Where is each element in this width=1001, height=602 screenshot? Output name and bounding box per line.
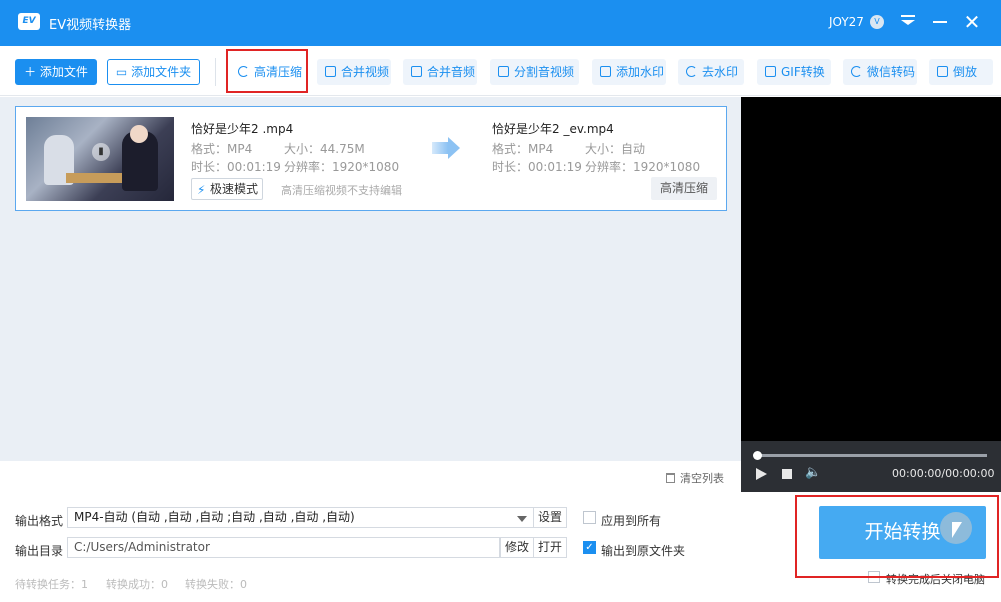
remove-watermark-icon [686,66,697,77]
pending-count: 待转换任务：1 [15,578,88,591]
file-list: ▮ 恰好是少年2 .mp4 格式：MP4 大小：44.75M 时长：00:01:… [0,97,741,461]
tool-label: 合并视频 [341,65,390,79]
clear-list-button[interactable]: 清空列表 [666,470,724,486]
apply-all-label: 应用到所有 [601,514,662,528]
gif-icon [765,66,776,77]
source-duration: 时长：00:01:19 [191,160,281,174]
output-to-source-checkbox[interactable]: ✓ [583,541,596,554]
output-dir-field[interactable]: C:/Users/Administrator [67,537,500,558]
speed-mode-button[interactable]: ⚡ 极速模式 [191,178,263,200]
toolbar-divider [215,58,216,86]
tool-merge-audio[interactable]: 合并音频 [403,59,477,85]
chevron-down-icon[interactable] [517,516,527,522]
add-file-label: 添加文件 [39,65,88,79]
convert-arrow-icon [432,137,460,159]
video-thumbnail[interactable]: ▮ [26,117,174,201]
source-size: 大小：44.75M [284,142,365,156]
source-file-name: 恰好是少年2 .mp4 [191,122,294,136]
vip-badge-icon: V [870,15,884,29]
format-settings-button[interactable]: 设置 [533,507,567,528]
toolbar: ＋ 添加文件 ▭ 添加文件夹 高清压缩 合并视频 合并音频 分割音视频 添加水印… [0,46,1001,96]
output-dir-label: 输出目录 [15,544,64,558]
edit-unsupported-note: 高清压缩视频不支持编辑 [281,184,402,197]
tool-label: 添加水印 [616,65,665,79]
add-folder-button[interactable]: ▭ 添加文件夹 [107,59,200,85]
app-title: EV视频转换器 [49,18,132,33]
success-count: 转换成功：0 [106,578,168,591]
conversion-mode-badge[interactable]: 高清压缩 [651,177,717,200]
tool-label: 去水印 [702,65,739,79]
tool-merge-video[interactable]: 合并视频 [317,59,391,85]
output-duration: 时长：00:01:19 [492,160,582,174]
tool-split[interactable]: 分割音视频 [490,59,579,85]
tool-label: 合并音频 [427,65,476,79]
player-controls: 🔈 00:00:00/00:00:00 [741,441,1001,492]
tool-label: GIF转换 [781,65,825,79]
tool-label: 倒放 [953,65,978,79]
source-resolution: 分辨率：1920*1080 [284,160,400,174]
reverse-icon [937,66,948,77]
tool-gif[interactable]: GIF转换 [757,59,831,85]
volume-icon[interactable]: 🔈 [805,465,821,480]
wechat-icon [851,66,862,77]
play-icon[interactable] [756,468,767,480]
add-folder-label: 添加文件夹 [131,65,192,79]
user-name[interactable]: JOY27 [829,15,864,29]
app-logo-icon: EV [18,13,40,30]
lightning-icon: ⚡ [197,183,206,197]
merge-video-icon [325,66,336,77]
minimize-button[interactable] [928,10,952,34]
watermark-icon [600,66,611,77]
menu-dropdown-icon[interactable] [896,10,920,34]
add-file-button[interactable]: ＋ 添加文件 [15,59,97,85]
output-format: 格式：MP4 [492,142,554,156]
speed-mode-label: 极速模式 [210,182,259,196]
output-size: 大小：自动 [585,142,646,156]
modify-dir-button[interactable]: 修改 [500,537,534,558]
output-resolution: 分辨率：1920*1080 [585,160,701,174]
tool-label: 高清压缩 [254,65,303,79]
video-preview[interactable] [741,97,1001,492]
mouse-cursor-icon [952,522,962,538]
shutdown-checkbox[interactable] [868,571,880,583]
play-thumbnail-icon: ▮ [92,143,110,161]
merge-audio-icon [411,66,422,77]
failed-count: 转换失败：0 [185,578,247,591]
playback-time: 00:00:00/00:00:00 [892,467,995,480]
tool-reverse[interactable]: 倒放 [929,59,993,85]
stop-icon[interactable] [782,469,792,479]
tool-wechat[interactable]: 微信转码 [843,59,917,85]
close-button[interactable]: ✕ [960,10,984,34]
tool-hd-compress[interactable]: 高清压缩 [230,59,304,85]
title-bar: EV EV视频转换器 JOY27 V ✕ [0,0,1001,46]
apply-all-checkbox[interactable] [583,511,596,524]
seek-bar[interactable] [757,454,987,457]
open-dir-button[interactable]: 打开 [533,537,567,558]
output-file-name[interactable]: 恰好是少年2 _ev.mp4 [492,120,614,137]
tool-remove-watermark[interactable]: 去水印 [678,59,744,85]
compress-icon [238,66,249,77]
trash-icon [666,473,675,483]
tool-label: 分割音视频 [514,65,575,79]
output-format-select[interactable]: MP4-自动 (自动 ,自动 ,自动 ;自动 ,自动 ,自动 ,自动) [67,507,534,528]
output-format-label: 输出格式 [15,514,64,528]
seek-handle[interactable] [753,451,762,460]
tool-add-watermark[interactable]: 添加水印 [592,59,666,85]
split-icon [498,66,509,77]
output-to-source-label: 输出到原文件夹 [601,544,686,558]
source-format: 格式：MP4 [191,142,253,156]
clear-list-label: 清空列表 [680,472,724,485]
file-item[interactable]: ▮ 恰好是少年2 .mp4 格式：MP4 大小：44.75M 时长：00:01:… [15,106,727,211]
shutdown-label: 转换完成后关闭电脑 [886,573,985,586]
folder-icon: ▭ [115,65,128,79]
tool-label: 微信转码 [867,65,916,79]
